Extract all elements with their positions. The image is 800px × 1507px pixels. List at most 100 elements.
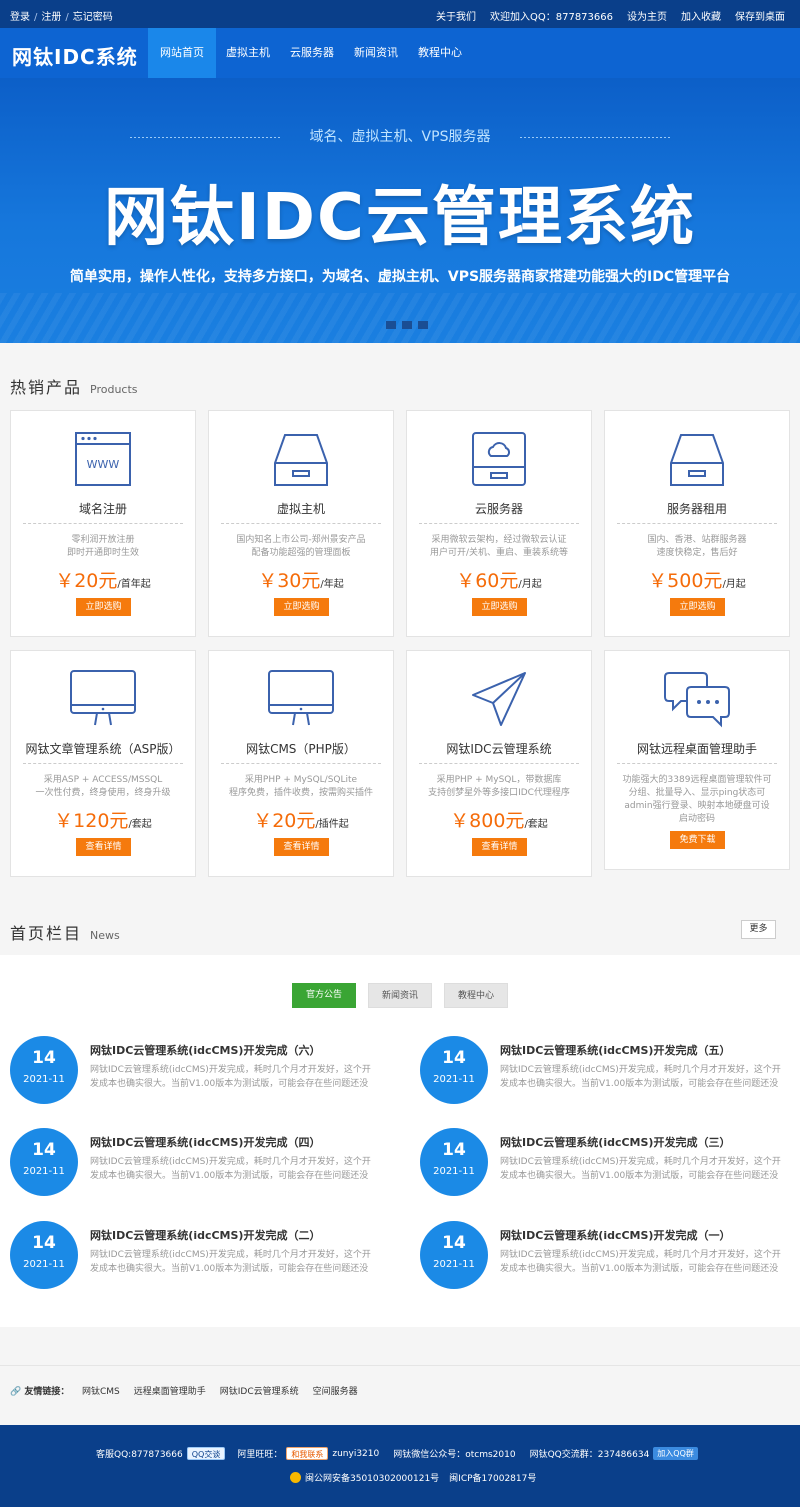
news-item-summary: 发成本也确实很大。当前V1.00版本为测试版，可能会存在些问题还没 — [90, 1171, 369, 1181]
set-homepage-link[interactable]: 设为主页 — [627, 8, 667, 23]
product-desc: 零利润开放注册 — [71, 535, 135, 545]
news-item-summary: 网钛IDC云管理系统(idcCMS)开发完成，耗时几个月才开发好，这个开 — [500, 1065, 781, 1075]
add-favorite-link[interactable]: 加入收藏 — [681, 8, 721, 23]
svg-text:WWW: WWW — [87, 458, 120, 471]
product-card-idc-cms[interactable]: 网钛IDC云管理系统 采用PHP + MySQL，带数据库 支持创梦星外等多接口… — [406, 650, 592, 877]
banner-dot[interactable] — [402, 321, 412, 329]
join-qq-group-button[interactable]: 加入QQ群 — [653, 1447, 698, 1460]
banner-dot[interactable] — [418, 321, 428, 329]
separator: / — [34, 12, 38, 23]
date-year-month: 2021-11 — [23, 1074, 65, 1085]
friend-link[interactable]: 远程桌面管理助手 — [134, 1384, 206, 1397]
customer-service-qq: 客服QQ:877873666 — [96, 1450, 183, 1460]
register-link[interactable]: 注册 — [41, 12, 61, 23]
product-card-cloud-server[interactable]: 云服务器 采用微软云架构，经过微软云认证 用户可开/关机、重启、重装系统等 ￥6… — [406, 410, 592, 637]
price-value: ￥20元 — [253, 810, 316, 832]
buy-button[interactable]: 立即选购 — [274, 598, 329, 616]
price-value: ￥30元 — [258, 570, 321, 592]
news-item[interactable]: 14 2021-11 网钛IDC云管理系统(idcCMS)开发完成（三） 网钛ID… — [420, 1128, 800, 1198]
price-value: ￥60元 — [456, 570, 519, 592]
buy-button[interactable]: 立即选购 — [670, 598, 725, 616]
price-unit: /月起 — [722, 579, 746, 590]
buy-button[interactable]: 立即选购 — [76, 598, 131, 616]
product-desc: 程序免费，插件收费，按需购买插件 — [228, 788, 373, 798]
banner-pager — [386, 321, 428, 329]
news-item-title[interactable]: 网钛IDC云管理系统(idcCMS)开发完成（一） — [500, 1227, 730, 1243]
news-item[interactable]: 14 2021-11 网钛IDC云管理系统(idcCMS)开发完成（六） 网钛ID… — [10, 1036, 390, 1106]
date-day: 14 — [442, 1140, 466, 1160]
news-item-title[interactable]: 网钛IDC云管理系统(idcCMS)开发完成（五） — [500, 1042, 730, 1058]
site-logo[interactable]: 网钛IDC系统 — [12, 41, 138, 70]
banner-dot[interactable] — [386, 321, 396, 329]
date-badge: 14 2021-11 — [420, 1128, 488, 1196]
nav-item-cloud-server[interactable]: 云服务器 — [280, 28, 344, 78]
friend-link[interactable]: 空间服务器 — [313, 1384, 358, 1397]
more-button[interactable]: 更多 — [741, 920, 776, 939]
product-name: 域名注册 — [78, 502, 127, 516]
detail-button[interactable]: 查看详情 — [76, 838, 131, 856]
date-day: 14 — [442, 1048, 466, 1068]
police-record[interactable]: 闽公网安备35010302000121号 — [305, 1471, 439, 1484]
nav-item-news[interactable]: 新闻资讯 — [344, 28, 408, 78]
nav-item-tutorial[interactable]: 教程中心 — [408, 28, 472, 78]
news-item-title[interactable]: 网钛IDC云管理系统(idcCMS)开发完成（二） — [90, 1227, 320, 1243]
news-item[interactable]: 14 2021-11 网钛IDC云管理系统(idcCMS)开发完成（一） 网钛ID… — [420, 1221, 800, 1291]
link-icon: 🔗 — [10, 1387, 22, 1397]
price-unit: /套起 — [524, 819, 548, 830]
product-desc: 国内知名上市公司-郑州景安产品 — [236, 535, 366, 545]
save-desktop-link[interactable]: 保存到桌面 — [735, 8, 785, 23]
qq-group: 网钛QQ交流群：237486634 — [529, 1450, 650, 1460]
product-card-virtual-host[interactable]: 虚拟主机 国内知名上市公司-郑州景安产品 配备功能超强的管理面板 ￥30元/年起… — [208, 410, 394, 637]
product-card-domain[interactable]: WWW 域名注册 零利润开放注册 即时开通即时生效 ￥20元/首年起 立即选购 — [10, 410, 196, 637]
tab-news[interactable]: 新闻资讯 — [368, 983, 432, 1008]
product-card-server-rental[interactable]: 服务器租用 国内、香港、站群服务器 速度快稳定，售后好 ￥500元/月起 立即选… — [604, 410, 790, 637]
product-price: ￥30元/年起 — [209, 566, 393, 593]
products-title: 热销产品 — [10, 378, 83, 397]
hero-banner[interactable]: 域名、虚拟主机、VPS服务器 网钛IDC云管理系统 简单实用，操作人性化，支持多… — [0, 78, 800, 343]
wechat-account: 网钛微信公众号：otcms2010 — [393, 1450, 516, 1460]
product-desc: 即时开通即时生效 — [66, 548, 139, 558]
product-card-cms-php[interactable]: 网钛CMS（PHP版） 采用PHP + MySQL/SQLite 程序免费，插件… — [208, 650, 394, 877]
news-item-summary: 发成本也确实很大。当前V1.00版本为测试版，可能会存在些问题还没 — [90, 1264, 369, 1274]
news-item-title[interactable]: 网钛IDC云管理系统(idcCMS)开发完成（三） — [500, 1134, 730, 1150]
news-item[interactable]: 14 2021-11 网钛IDC云管理系统(idcCMS)开发完成（五） 网钛ID… — [420, 1036, 800, 1106]
nav-item-home[interactable]: 网站首页 — [148, 28, 216, 78]
tab-tutorial[interactable]: 教程中心 — [444, 983, 508, 1008]
price-unit: /月起 — [518, 579, 542, 590]
tab-official-notice[interactable]: 官方公告 — [292, 983, 356, 1008]
qq-chat-button[interactable]: QQ交谈 — [186, 1447, 226, 1460]
friend-link[interactable]: 网钛CMS — [82, 1384, 120, 1397]
product-name: 虚拟主机 — [276, 502, 325, 516]
login-link[interactable]: 登录 — [10, 12, 30, 23]
news-item-title[interactable]: 网钛IDC云管理系统(idcCMS)开发完成（六） — [90, 1042, 320, 1058]
product-card-remote-desktop[interactable]: 网钛远程桌面管理助手 功能强大的3389远程桌面管理软件可 分组、批量导入、显示… — [604, 650, 790, 870]
date-year-month: 2021-11 — [433, 1074, 475, 1085]
download-button[interactable]: 免费下载 — [670, 831, 725, 849]
detail-button[interactable]: 查看详情 — [274, 838, 329, 856]
news-item[interactable]: 14 2021-11 网钛IDC云管理系统(idcCMS)开发完成（四） 网钛ID… — [10, 1128, 390, 1198]
product-card-article-cms-asp[interactable]: 网钛文章管理系统（ASP版） 采用ASP + ACCESS/MSSQL 一次性付… — [10, 650, 196, 877]
cloud-server-icon — [407, 429, 591, 491]
news-item-title[interactable]: 网钛IDC云管理系统(idcCMS)开发完成（四） — [90, 1134, 320, 1150]
price-value: ￥20元 — [55, 570, 118, 592]
buy-button[interactable]: 立即选购 — [472, 598, 527, 616]
product-name: 网钛IDC云管理系统 — [446, 742, 552, 756]
news-item[interactable]: 14 2021-11 网钛IDC云管理系统(idcCMS)开发完成（二） 网钛ID… — [10, 1221, 390, 1291]
product-name: 网钛CMS（PHP版） — [246, 742, 356, 756]
friend-links-list: 网钛CMS 远程桌面管理助手 网钛IDC云管理系统 空间服务器 — [82, 1384, 358, 1397]
friend-link[interactable]: 网钛IDC云管理系统 — [220, 1384, 299, 1397]
product-desc: 采用微软云架构，经过微软云认证 — [431, 535, 567, 545]
police-badge-icon — [290, 1472, 301, 1483]
forgot-password-link[interactable]: 忘记密码 — [73, 12, 113, 23]
divider — [23, 523, 183, 524]
about-link[interactable]: 关于我们 — [436, 8, 476, 23]
icp-record[interactable]: 闽ICP备17002817号 — [449, 1471, 536, 1484]
news-heading: 首页栏目 News — [10, 920, 120, 944]
join-qq-link[interactable]: 欢迎加入QQ：877873666 — [490, 8, 613, 23]
wangwang-contact-button[interactable]: 和我联系 — [286, 1447, 329, 1460]
detail-button[interactable]: 查看详情 — [472, 838, 527, 856]
product-price: ￥20元/首年起 — [11, 566, 195, 593]
nav-item-virtual-host[interactable]: 虚拟主机 — [216, 28, 280, 78]
friend-links-text: 友情链接： — [24, 1387, 70, 1397]
product-price: ￥60元/月起 — [407, 566, 591, 593]
